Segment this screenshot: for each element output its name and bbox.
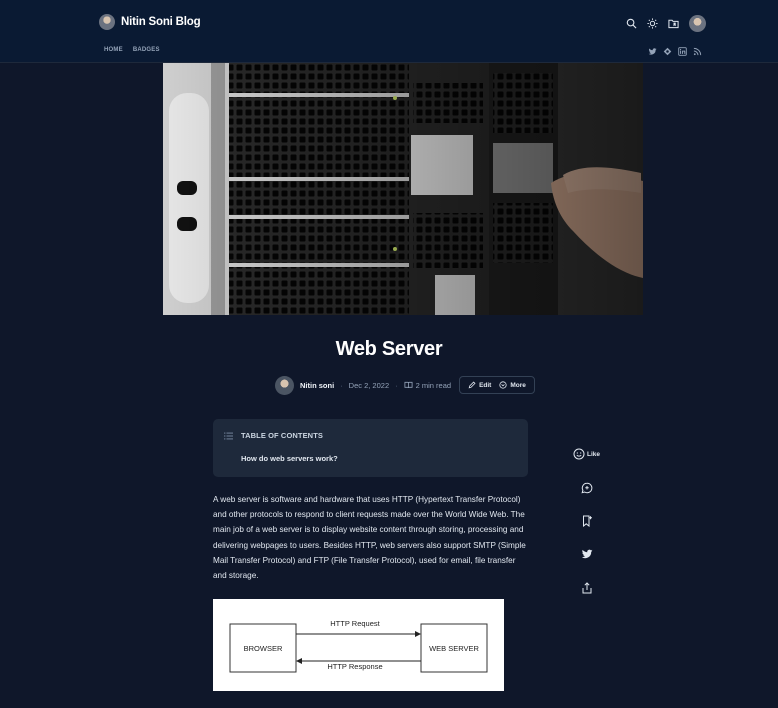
response-label: HTTP Response bbox=[327, 662, 382, 671]
table-of-contents: TABLE OF CONTENTS How do web servers wor… bbox=[213, 419, 528, 477]
header-actions bbox=[626, 15, 706, 32]
cover-image bbox=[163, 63, 643, 315]
web-server-diagram: BROWSER WEB SERVER HTTP Request HTTP Res… bbox=[213, 599, 504, 691]
search-icon[interactable] bbox=[626, 18, 637, 29]
more-circle-icon bbox=[499, 381, 507, 389]
read-time: 2 min read bbox=[404, 381, 451, 390]
nav-badges[interactable]: BADGES bbox=[133, 47, 160, 53]
meta-separator: · bbox=[395, 380, 398, 390]
blog-name: Nitin Soni Blog bbox=[121, 16, 201, 28]
more-button[interactable]: More bbox=[499, 381, 526, 389]
blog-logo-avatar bbox=[99, 14, 115, 30]
post-date: Dec 2, 2022 bbox=[348, 380, 390, 390]
post-title: Web Server bbox=[335, 338, 443, 360]
rss-icon[interactable] bbox=[693, 47, 702, 56]
twitter-icon[interactable] bbox=[648, 47, 657, 56]
list-icon bbox=[224, 432, 233, 440]
linkedin-icon[interactable] bbox=[678, 47, 687, 56]
post-meta: Nitin soni · Dec 2, 2022 · 2 min read Ed… bbox=[275, 374, 535, 396]
toc-item[interactable]: How do web servers work? bbox=[241, 454, 338, 463]
blog-brand[interactable]: Nitin Soni Blog bbox=[99, 14, 201, 30]
nav-home[interactable]: HOME bbox=[104, 47, 123, 53]
read-time-text: 2 min read bbox=[415, 380, 452, 390]
web-server-label: WEB SERVER bbox=[429, 644, 479, 653]
comment-icon bbox=[581, 482, 593, 494]
request-label: HTTP Request bbox=[330, 619, 380, 628]
pencil-icon bbox=[468, 381, 476, 389]
author-avatar[interactable] bbox=[275, 375, 294, 395]
author-name[interactable]: Nitin soni bbox=[300, 381, 334, 390]
social-links bbox=[648, 47, 702, 56]
bookmark-icon bbox=[583, 515, 592, 527]
share-twitter-button[interactable] bbox=[581, 548, 593, 560]
edit-button[interactable]: Edit bbox=[468, 381, 491, 389]
like-label: Like bbox=[587, 450, 601, 458]
site-header: Nitin Soni Blog HOME BADGES bbox=[0, 0, 778, 63]
main-nav: HOME BADGES bbox=[104, 47, 160, 53]
edit-label: Edit bbox=[479, 381, 492, 389]
browser-label: BROWSER bbox=[244, 644, 283, 653]
article-paragraph: A web server is software and hardware th… bbox=[213, 495, 526, 581]
user-avatar[interactable] bbox=[689, 15, 706, 32]
bookmark-button[interactable] bbox=[581, 515, 593, 527]
share-button[interactable] bbox=[581, 582, 593, 594]
share-icon bbox=[582, 582, 592, 594]
twitter-icon bbox=[581, 549, 593, 559]
like-button[interactable]: Like bbox=[573, 448, 600, 460]
comment-button[interactable] bbox=[581, 482, 593, 494]
meta-separator: · bbox=[340, 380, 343, 390]
bookmark-folder-icon[interactable] bbox=[668, 18, 679, 29]
more-label: More bbox=[510, 381, 526, 389]
toc-heading: TABLE OF CONTENTS bbox=[241, 431, 323, 440]
sun-icon[interactable] bbox=[647, 18, 658, 29]
book-icon bbox=[404, 381, 413, 389]
hashnode-icon[interactable] bbox=[663, 47, 672, 56]
like-icon bbox=[573, 448, 585, 460]
post-actions: Edit More bbox=[459, 376, 535, 394]
